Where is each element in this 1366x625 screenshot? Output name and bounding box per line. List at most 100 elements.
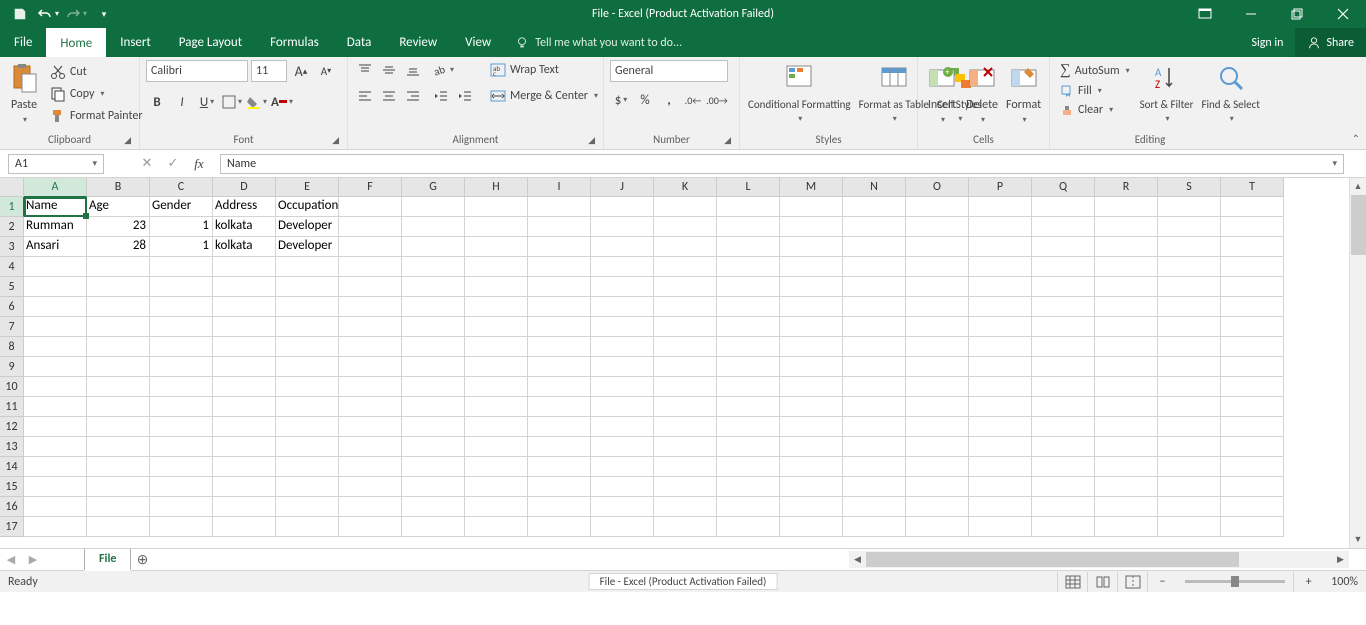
cell-I15[interactable] <box>528 477 591 497</box>
cell-J3[interactable] <box>591 237 654 257</box>
cell-I6[interactable] <box>528 297 591 317</box>
row-header-7[interactable]: 7 <box>0 317 24 337</box>
cell-T12[interactable] <box>1221 417 1284 437</box>
cell-H13[interactable] <box>465 437 528 457</box>
cell-area[interactable]: NameAgeGenderAddressOccupationRumman231k… <box>24 197 1284 537</box>
cell-K3[interactable] <box>654 237 717 257</box>
cell-A15[interactable] <box>24 477 87 497</box>
cell-A13[interactable] <box>24 437 87 457</box>
cell-K1[interactable] <box>654 197 717 217</box>
cell-K12[interactable] <box>654 417 717 437</box>
cell-N10[interactable] <box>843 377 906 397</box>
cell-M7[interactable] <box>780 317 843 337</box>
cell-M12[interactable] <box>780 417 843 437</box>
cell-Q15[interactable] <box>1032 477 1095 497</box>
cell-J14[interactable] <box>591 457 654 477</box>
column-header-P[interactable]: P <box>969 178 1032 197</box>
cell-F7[interactable] <box>339 317 402 337</box>
cell-C4[interactable] <box>150 257 213 277</box>
save-button[interactable] <box>6 0 34 28</box>
cell-G16[interactable] <box>402 497 465 517</box>
cell-E15[interactable] <box>276 477 339 497</box>
cell-R7[interactable] <box>1095 317 1158 337</box>
cell-N15[interactable] <box>843 477 906 497</box>
font-dialog-launcher[interactable]: ◢ <box>332 135 339 146</box>
cell-E13[interactable] <box>276 437 339 457</box>
collapse-ribbon-button[interactable]: ⌃ <box>1352 132 1360 145</box>
cell-G15[interactable] <box>402 477 465 497</box>
cell-G12[interactable] <box>402 417 465 437</box>
cell-A12[interactable] <box>24 417 87 437</box>
cell-O4[interactable] <box>906 257 969 277</box>
align-center-button[interactable] <box>378 86 400 106</box>
font-name-input[interactable] <box>146 60 248 82</box>
scroll-left-button[interactable]: ◀ <box>849 551 866 568</box>
cell-D15[interactable] <box>213 477 276 497</box>
cell-Q5[interactable] <box>1032 277 1095 297</box>
cell-L3[interactable] <box>717 237 780 257</box>
italic-button[interactable]: I <box>171 92 193 112</box>
cell-D11[interactable] <box>213 397 276 417</box>
cell-G9[interactable] <box>402 357 465 377</box>
cell-M6[interactable] <box>780 297 843 317</box>
cell-J9[interactable] <box>591 357 654 377</box>
cell-C8[interactable] <box>150 337 213 357</box>
cell-S5[interactable] <box>1158 277 1221 297</box>
tab-home[interactable]: Home <box>46 28 106 57</box>
cell-Q17[interactable] <box>1032 517 1095 537</box>
cell-A16[interactable] <box>24 497 87 517</box>
ribbon-options-button[interactable] <box>1182 0 1228 28</box>
cell-L16[interactable] <box>717 497 780 517</box>
cell-N4[interactable] <box>843 257 906 277</box>
cell-G4[interactable] <box>402 257 465 277</box>
clipboard-dialog-launcher[interactable]: ◢ <box>124 135 131 146</box>
cell-P9[interactable] <box>969 357 1032 377</box>
cell-K4[interactable] <box>654 257 717 277</box>
cell-S16[interactable] <box>1158 497 1221 517</box>
cell-L4[interactable] <box>717 257 780 277</box>
cell-I17[interactable] <box>528 517 591 537</box>
cell-F2[interactable] <box>339 217 402 237</box>
cell-I11[interactable] <box>528 397 591 417</box>
cell-P13[interactable] <box>969 437 1032 457</box>
cell-P8[interactable] <box>969 337 1032 357</box>
cell-F14[interactable] <box>339 457 402 477</box>
cell-R2[interactable] <box>1095 217 1158 237</box>
cell-O16[interactable] <box>906 497 969 517</box>
cell-O8[interactable] <box>906 337 969 357</box>
bold-button[interactable]: B <box>146 92 168 112</box>
cell-B5[interactable] <box>87 277 150 297</box>
cell-Q14[interactable] <box>1032 457 1095 477</box>
cell-C1[interactable]: Gender <box>150 197 213 217</box>
cell-G6[interactable] <box>402 297 465 317</box>
cell-H4[interactable] <box>465 257 528 277</box>
cell-R9[interactable] <box>1095 357 1158 377</box>
cell-Q11[interactable] <box>1032 397 1095 417</box>
cell-M1[interactable] <box>780 197 843 217</box>
cell-N7[interactable] <box>843 317 906 337</box>
cell-F3[interactable] <box>339 237 402 257</box>
row-header-14[interactable]: 14 <box>0 457 24 477</box>
cell-J1[interactable] <box>591 197 654 217</box>
row-header-8[interactable]: 8 <box>0 337 24 357</box>
cell-K2[interactable] <box>654 217 717 237</box>
sort-filter-button[interactable]: AZSort & Filter▾ <box>1138 60 1196 127</box>
cell-A9[interactable] <box>24 357 87 377</box>
cell-D2[interactable]: kolkata <box>213 217 276 237</box>
close-button[interactable] <box>1320 0 1366 28</box>
cell-H16[interactable] <box>465 497 528 517</box>
cell-S10[interactable] <box>1158 377 1221 397</box>
cell-C5[interactable] <box>150 277 213 297</box>
cell-H2[interactable] <box>465 217 528 237</box>
cell-E10[interactable] <box>276 377 339 397</box>
font-size-input[interactable] <box>251 60 287 82</box>
tab-formulas[interactable]: Formulas <box>256 28 333 57</box>
cell-C6[interactable] <box>150 297 213 317</box>
cell-A4[interactable] <box>24 257 87 277</box>
cell-P3[interactable] <box>969 237 1032 257</box>
cell-B7[interactable] <box>87 317 150 337</box>
cell-D17[interactable] <box>213 517 276 537</box>
cell-O9[interactable] <box>906 357 969 377</box>
cell-L1[interactable] <box>717 197 780 217</box>
cell-M2[interactable] <box>780 217 843 237</box>
